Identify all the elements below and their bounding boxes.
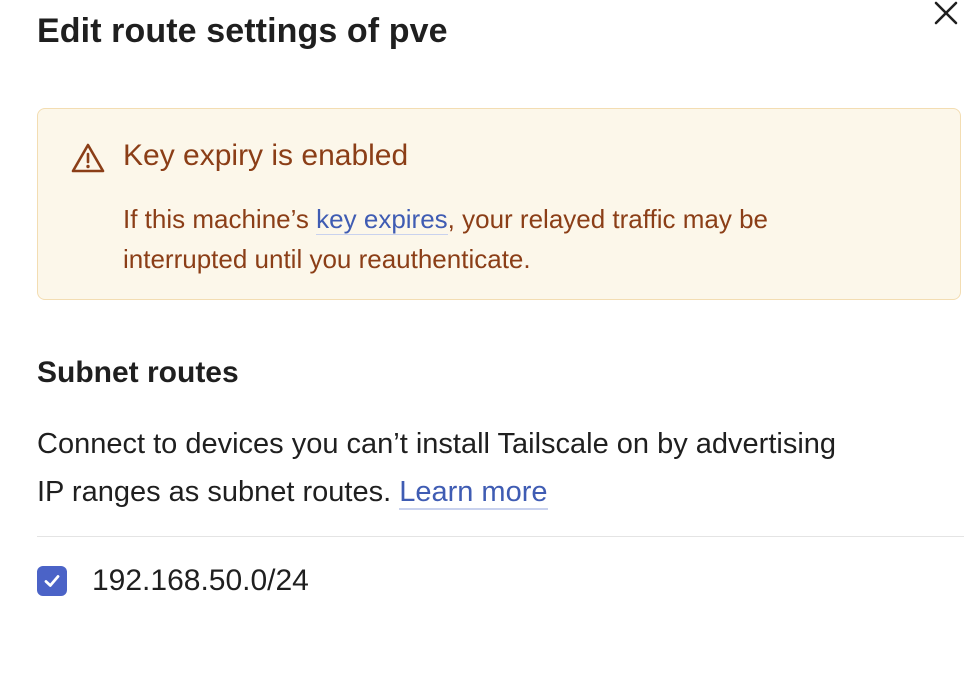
route-cidr-label: 192.168.50.0/24 xyxy=(92,564,309,597)
description-line-2: IP ranges as subnet routes. Learn more xyxy=(37,468,836,516)
route-item[interactable]: 192.168.50.0/24 xyxy=(37,564,309,598)
close-button[interactable] xyxy=(928,0,964,28)
description-line-2-text: IP ranges as subnet routes. xyxy=(37,476,400,508)
checkmark-icon xyxy=(44,575,60,587)
key-expires-link[interactable]: key expires xyxy=(316,204,448,235)
alert-body-line-1: If this machine’s key expires, your rela… xyxy=(123,199,768,239)
alert-body-suffix: , your relayed traffic may be xyxy=(447,204,768,234)
description-line-1: Connect to devices you can’t install Tai… xyxy=(37,428,837,460)
key-expiry-alert: Key expiry is enabled If this machine’s … xyxy=(37,108,961,300)
divider xyxy=(37,536,964,537)
alert-title: Key expiry is enabled xyxy=(123,139,409,172)
alert-body-line-2: interrupted until you reauthenticate. xyxy=(123,244,531,274)
warning-icon xyxy=(71,143,105,173)
dialog-title: Edit route settings of pve xyxy=(37,12,448,50)
subnet-routes-heading: Subnet routes xyxy=(37,356,239,389)
alert-body-prefix: If this machine’s xyxy=(123,204,317,234)
route-checkbox[interactable] xyxy=(37,566,67,596)
edit-route-dialog: Edit route settings of pve Key expiry is… xyxy=(0,0,970,680)
learn-more-link[interactable]: Learn more xyxy=(399,476,548,510)
subnet-routes-description: Connect to devices you can’t install Tai… xyxy=(37,420,836,516)
close-icon xyxy=(934,1,958,25)
